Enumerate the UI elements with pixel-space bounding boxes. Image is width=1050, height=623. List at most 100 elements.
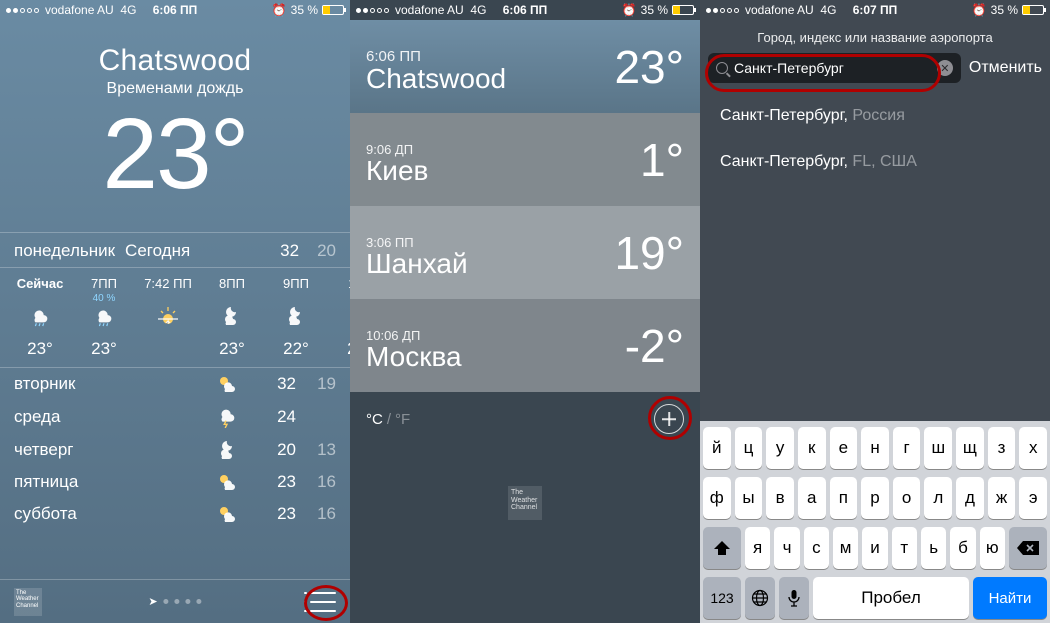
enter-key[interactable]: Найти <box>973 577 1047 619</box>
hour-precip <box>264 293 328 303</box>
letter-key[interactable]: б <box>950 527 975 569</box>
shift-key[interactable] <box>703 527 741 569</box>
search-prompt: Город, индекс или название аэропорта <box>700 20 1050 53</box>
weather-detail-screen: vodafone AU 4G 6:06 ПП ⏰ 35 % Chatswood … <box>0 0 350 623</box>
location-card[interactable]: 3:06 ППШанхай19° <box>350 206 700 299</box>
letter-key[interactable]: у <box>766 427 794 469</box>
hour-time: Сейчас <box>8 276 72 291</box>
battery-pct: 35 % <box>641 3 668 17</box>
location-list: 6:06 ППChatswood23°9:06 ДПКиев1°3:06 ППШ… <box>350 20 700 392</box>
battery-icon <box>672 5 694 15</box>
letter-key[interactable]: д <box>956 477 984 519</box>
location-card[interactable]: 10:06 ДПМосква-2° <box>350 299 700 392</box>
hour-time: 7ПП <box>72 276 136 291</box>
day-weather-icon <box>216 504 256 524</box>
letter-key[interactable]: ф <box>703 477 731 519</box>
search-box[interactable]: ✕ <box>708 53 961 83</box>
alarm-icon: ⏰ <box>972 3 987 17</box>
battery-pct: 35 % <box>991 3 1018 17</box>
letter-key[interactable]: ш <box>924 427 952 469</box>
cancel-button[interactable]: Отменить <box>969 59 1042 77</box>
weather-channel-logo[interactable]: The Weather Channel <box>508 486 542 520</box>
search-result[interactable]: Санкт-Петербург, Россия <box>720 93 1030 139</box>
letter-key[interactable]: э <box>1019 477 1047 519</box>
weather-channel-logo[interactable]: The Weather Channel <box>14 588 42 616</box>
hour-time: 8ПП <box>200 276 264 291</box>
unit-fahrenheit[interactable]: °F <box>395 411 410 428</box>
letter-key[interactable]: е <box>830 427 858 469</box>
unit-separator: / <box>387 411 391 428</box>
add-location-button[interactable] <box>654 404 684 434</box>
daily-row: среда24 <box>0 400 350 434</box>
today-dow: понедельник <box>14 241 115 261</box>
letter-key[interactable]: щ <box>956 427 984 469</box>
letter-key[interactable]: ь <box>921 527 946 569</box>
result-sub: Россия <box>852 107 904 124</box>
status-time: 6:06 ПП <box>153 3 198 17</box>
letter-key[interactable]: й <box>703 427 731 469</box>
location-temp: -2° <box>625 319 684 373</box>
letter-key[interactable]: о <box>893 477 921 519</box>
day-weather-icon <box>216 472 256 492</box>
day-name: пятница <box>14 472 216 492</box>
letter-key[interactable]: с <box>804 527 829 569</box>
search-input[interactable] <box>734 60 937 76</box>
condition-label: Временами дождь <box>0 80 350 98</box>
day-name: суббота <box>14 504 216 524</box>
letter-key[interactable]: х <box>1019 427 1047 469</box>
letter-key[interactable]: ж <box>988 477 1016 519</box>
alarm-icon: ⏰ <box>622 3 637 17</box>
location-card[interactable]: 9:06 ДПКиев1° <box>350 113 700 206</box>
letter-key[interactable]: к <box>798 427 826 469</box>
daily-row: вторник3219 <box>0 368 350 400</box>
letter-key[interactable]: р <box>861 477 889 519</box>
letter-key[interactable]: з <box>988 427 1016 469</box>
result-main: Санкт-Петербург, <box>720 153 852 170</box>
letter-key[interactable]: ч <box>774 527 799 569</box>
hour-temp: 23° <box>72 339 136 359</box>
list-button[interactable] <box>310 592 336 612</box>
hour-cell: 8ПП23° <box>200 276 264 359</box>
clear-icon[interactable]: ✕ <box>937 60 953 76</box>
list-footer: °C / °F <box>350 392 700 446</box>
today-label: Сегодня <box>125 241 190 261</box>
hour-cell: 9ПП22° <box>264 276 328 359</box>
letter-key[interactable]: я <box>745 527 770 569</box>
hourly-forecast[interactable]: Сейчас23°7ПП40 %23°7:42 ПП8ПП23°9ПП22°10… <box>0 268 350 368</box>
globe-key[interactable] <box>745 577 775 619</box>
hour-temp: 22° <box>264 339 328 359</box>
letter-key[interactable]: ц <box>735 427 763 469</box>
day-high: 20 <box>256 440 296 460</box>
letter-key[interactable]: н <box>861 427 889 469</box>
hour-precip <box>200 293 264 303</box>
day-high: 23 <box>256 472 296 492</box>
keyboard: йцукенгшщзх фывапролджэ ячсмитьбю 123 Пр… <box>700 421 1050 623</box>
day-high: 23 <box>256 504 296 524</box>
hour-weather-icon <box>328 303 350 329</box>
daily-row: четверг2013 <box>0 434 350 466</box>
letter-key[interactable]: и <box>862 527 887 569</box>
letter-key[interactable]: т <box>892 527 917 569</box>
space-key[interactable]: Пробел <box>813 577 969 619</box>
letter-key[interactable]: м <box>833 527 858 569</box>
unit-celsius[interactable]: °C <box>366 411 383 428</box>
location-temp: 19° <box>614 226 684 280</box>
status-time: 6:07 ПП <box>853 3 898 17</box>
letter-key[interactable]: ю <box>980 527 1005 569</box>
location-card[interactable]: 6:06 ППChatswood23° <box>350 20 700 113</box>
letter-key[interactable]: л <box>924 477 952 519</box>
mic-key[interactable] <box>779 577 809 619</box>
letter-key[interactable]: п <box>830 477 858 519</box>
carrier-label: vodafone AU 4G <box>395 3 486 17</box>
hour-precip: 40 % <box>72 293 136 303</box>
search-result[interactable]: Санкт-Петербург, FL, США <box>720 139 1030 185</box>
letter-key[interactable]: г <box>893 427 921 469</box>
numbers-key[interactable]: 123 <box>703 577 741 619</box>
letter-key[interactable]: ы <box>735 477 763 519</box>
letter-key[interactable]: а <box>798 477 826 519</box>
carrier-label: vodafone AU 4G <box>45 3 136 17</box>
day-weather-icon <box>216 440 256 460</box>
letter-key[interactable]: в <box>766 477 794 519</box>
hour-cell: 7:42 ПП <box>136 276 200 359</box>
backspace-key[interactable] <box>1009 527 1047 569</box>
